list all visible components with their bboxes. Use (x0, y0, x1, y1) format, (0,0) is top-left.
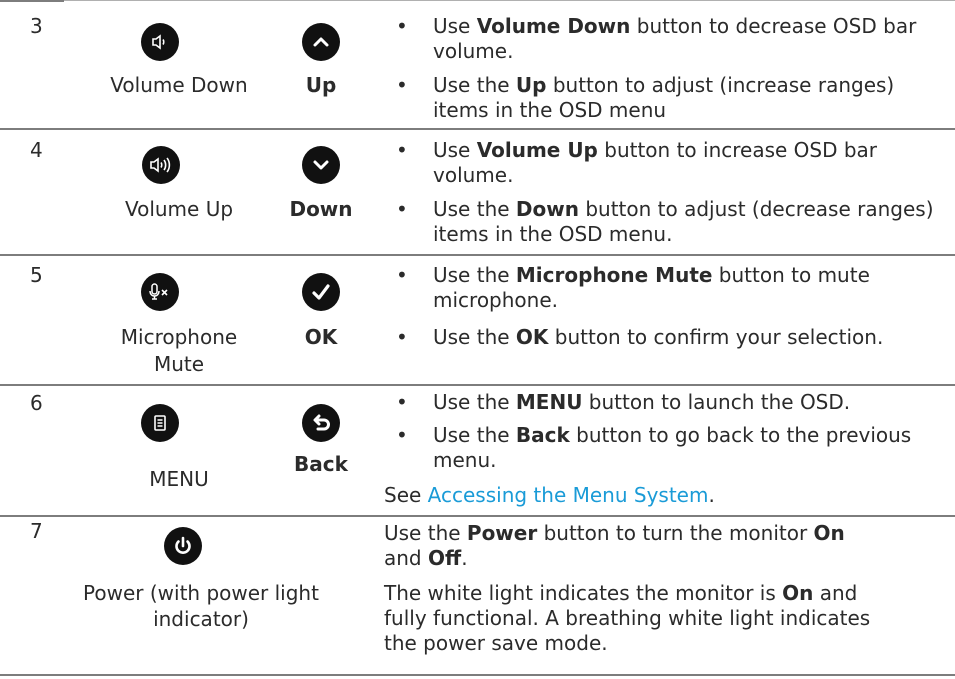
row-divider (0, 515, 955, 517)
left-caption: Volume Up (124, 197, 234, 221)
left-caption: Power (with power light (83, 581, 319, 605)
bullet-text: Use Volume Up button to increase OSD bar… (433, 138, 878, 187)
left-caption: Mute (153, 352, 205, 376)
power-usage-text-line2: and Off. (384, 546, 468, 570)
power-light-text-line3: the power save mode. (384, 631, 608, 655)
right-caption: Up (305, 73, 337, 97)
volume-up-icon (142, 146, 180, 184)
microphone-mute-icon (141, 273, 179, 311)
power-light-text-line2: fully functional. A breathing white ligh… (384, 606, 871, 630)
bullet-text: Use Volume Down button to decrease OSD b… (433, 14, 917, 63)
row-divider (0, 384, 955, 386)
down-arrow-icon (302, 146, 340, 184)
left-caption: Volume Down (110, 73, 248, 97)
power-icon (164, 527, 202, 565)
right-caption: OK (304, 325, 338, 349)
row-divider (0, 254, 955, 256)
row-number: 6 (30, 391, 43, 415)
row-number: 4 (30, 138, 43, 162)
row-number: 3 (30, 14, 43, 38)
left-caption: indicator) (153, 607, 249, 631)
bullet: • (396, 325, 408, 349)
menu-icon (141, 404, 179, 442)
row-number: 7 (30, 519, 43, 543)
row-divider (0, 674, 955, 676)
power-light-text: The white light indicates the monitor is… (384, 581, 858, 605)
bullet: • (396, 197, 408, 221)
table-top-rule-light (64, 0, 955, 1)
volume-down-icon (141, 23, 179, 61)
left-caption: Microphone (120, 325, 238, 349)
bullet-text: Use the Down button to adjust (decrease … (433, 197, 934, 246)
bullet: • (396, 390, 408, 414)
bullet-text: Use the Back button to go back to the pr… (433, 423, 912, 472)
bullet-text: Use the Up button to adjust (increase ra… (433, 73, 895, 122)
right-caption: Back (294, 452, 348, 476)
back-icon (302, 404, 340, 442)
bullet: • (396, 423, 408, 447)
bullet: • (396, 138, 408, 162)
left-caption: MENU (149, 467, 209, 491)
bullet: • (396, 14, 408, 38)
right-caption: Down (289, 197, 353, 221)
ok-check-icon (302, 273, 340, 311)
power-usage-text: Use the Power button to turn the monitor… (384, 521, 845, 545)
table-top-rule-dark (0, 0, 64, 2)
see-reference: See Accessing the Menu System. (384, 483, 715, 507)
bullet-text: Use the Microphone Mute button to mute m… (433, 263, 870, 312)
bullet: • (396, 263, 408, 287)
bullet: • (396, 73, 408, 97)
up-arrow-icon (302, 23, 340, 61)
bullet-text: Use the MENU button to launch the OSD. (433, 390, 851, 414)
accessing-menu-link[interactable]: Accessing the Menu System (428, 483, 709, 507)
row-number: 5 (30, 263, 43, 287)
row-divider (0, 128, 955, 130)
bullet-text: Use the OK button to confirm your select… (433, 325, 884, 349)
